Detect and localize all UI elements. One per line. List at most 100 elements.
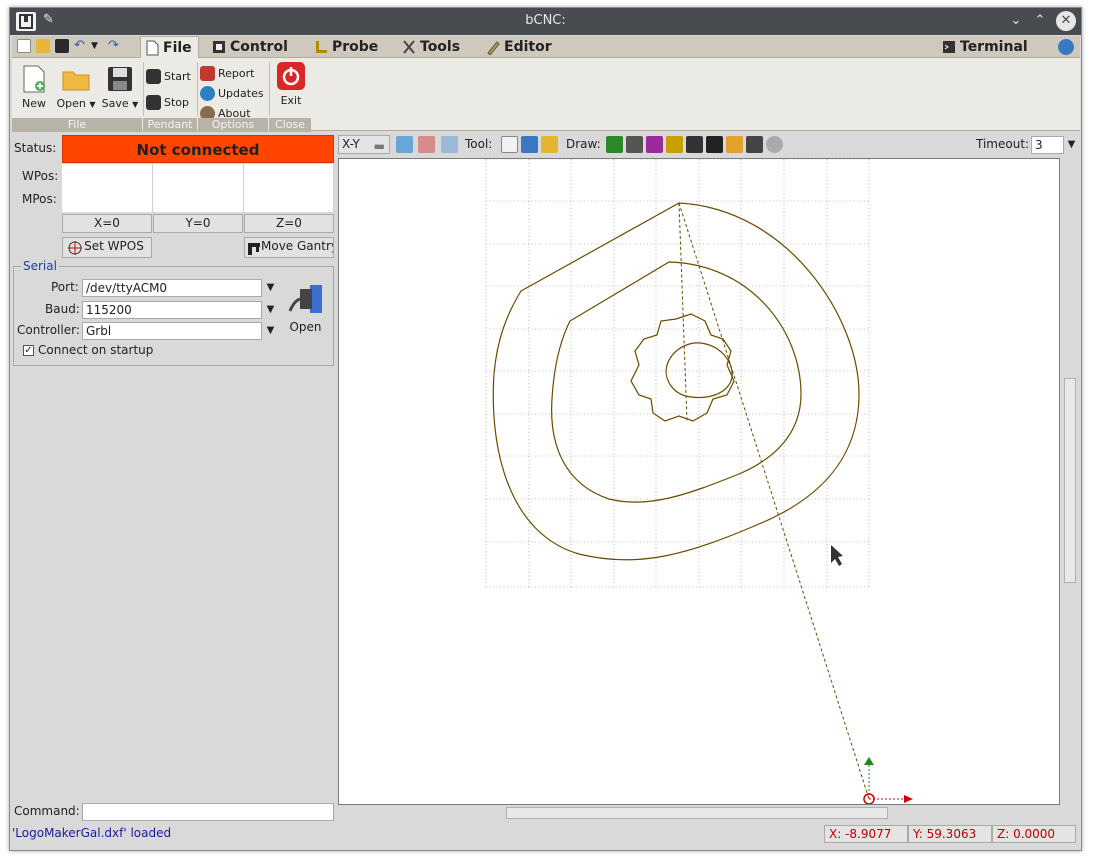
connect-startup-checkbox[interactable]: ✓	[23, 345, 34, 356]
minimize-icon[interactable]: ⌄	[1006, 11, 1026, 31]
draw-label: Draw:	[566, 137, 601, 151]
connect-startup-label: Connect on startup	[38, 343, 154, 357]
timeout-dropdown-icon[interactable]: ▼	[1065, 136, 1078, 154]
undo-icon[interactable]: ↶	[74, 39, 88, 53]
view-dropdown-icon: ▬	[373, 139, 385, 153]
undo-dropdown-icon[interactable]: ▼	[91, 39, 105, 53]
draw-axes-icon[interactable]	[606, 136, 623, 153]
draw-rapid-icon[interactable]	[706, 136, 723, 153]
ruler-icon[interactable]	[541, 136, 558, 153]
refresh-icon[interactable]	[766, 136, 783, 153]
mouse-cursor-icon	[831, 545, 843, 566]
open-dropdown-icon: ▼	[89, 100, 96, 109]
report-button[interactable]: Report	[200, 65, 254, 82]
status-badge: Not connected	[62, 135, 334, 163]
controller-field[interactable]: Grbl	[82, 322, 262, 340]
tab-terminal[interactable]: Terminal	[938, 36, 1034, 58]
exit-button[interactable]: Exit	[272, 61, 310, 107]
zero-z-button[interactable]: Z=0	[244, 214, 334, 233]
plug-icon	[286, 281, 326, 317]
horizontal-scroll-thumb[interactable]	[506, 807, 888, 819]
window-title: bCNC:	[525, 13, 566, 28]
wpos-label: WPos:	[22, 169, 59, 183]
controller-dropdown-icon[interactable]: ▼	[264, 322, 277, 340]
pos-x-cell	[62, 164, 153, 212]
redo-icon[interactable]: ↷	[108, 39, 122, 53]
vertical-scroll-thumb[interactable]	[1064, 378, 1076, 583]
maximize-icon[interactable]: ⌃	[1030, 11, 1050, 31]
tab-tools[interactable]: Tools	[398, 36, 466, 58]
probe-icon	[314, 39, 328, 55]
zero-x-button[interactable]: X=0	[62, 214, 152, 233]
open-folder-icon[interactable]	[36, 39, 50, 53]
new-document-icon	[19, 64, 49, 94]
bcnc-window: ✎ bCNC: ⌄ ⌃ ✕ ↶ ▼ ↷ File Control Probe T…	[9, 7, 1082, 851]
middle-contour	[551, 261, 802, 503]
disk-icon	[105, 64, 135, 94]
draw-margins-icon[interactable]	[646, 136, 663, 153]
new-file-icon[interactable]	[17, 39, 31, 53]
rapid-move	[678, 202, 870, 800]
baud-dropdown-icon[interactable]: ▼	[264, 301, 277, 319]
controller-label: Controller:	[17, 323, 80, 337]
close-icon[interactable]: ✕	[1056, 11, 1076, 31]
zoom-out-icon[interactable]	[418, 136, 435, 153]
draw-paths-icon[interactable]	[726, 136, 743, 153]
gcode-canvas[interactable]	[338, 158, 1060, 805]
vertical-scrollbar[interactable]	[1062, 158, 1078, 805]
port-dropdown-icon[interactable]: ▼	[264, 279, 277, 297]
open-button[interactable]: Open ▼	[54, 64, 98, 110]
port-field[interactable]: /dev/ttyACM0	[82, 279, 262, 297]
zoom-fit-icon[interactable]	[441, 136, 458, 153]
machine-origin	[863, 757, 913, 805]
horizontal-scrollbar[interactable]	[338, 805, 1060, 821]
camera-icon[interactable]	[746, 136, 763, 153]
terminal-icon	[942, 39, 956, 55]
serial-group: Serial Port: /dev/ttyACM0 ▼ Baud: 115200…	[13, 259, 334, 366]
updates-button[interactable]: Updates	[200, 85, 264, 102]
save-dropdown-icon: ▼	[132, 100, 139, 109]
tab-probe[interactable]: Probe	[310, 36, 384, 58]
draw-grid-icon[interactable]	[626, 136, 643, 153]
status-bar: 'LogoMakerGal.dxf' loaded X: -8.9077 Y: …	[12, 823, 1080, 845]
view-select[interactable]: X-Y ▬	[338, 135, 390, 154]
ribbon-toolbar: New Open ▼ Save ▼ File Start Stop Pendan…	[12, 58, 1080, 132]
group-options-label: Options	[198, 118, 268, 132]
zoom-in-icon[interactable]	[396, 136, 413, 153]
save-button[interactable]: Save ▼	[100, 64, 140, 110]
set-wpos-button[interactable]: Set WPOS	[62, 237, 152, 258]
stop-button[interactable]: Stop	[146, 94, 189, 111]
start-icon	[146, 69, 161, 84]
tab-editor[interactable]: Editor	[482, 36, 558, 58]
pos-z-cell	[244, 164, 334, 212]
help-icon[interactable]	[1058, 39, 1074, 55]
select-arrow-icon[interactable]	[501, 136, 518, 153]
y-coordinate: Y: 59.3063	[908, 825, 992, 843]
move-gantry-button[interactable]: Move Gantry	[244, 237, 334, 258]
command-label: Command:	[14, 804, 80, 818]
timeout-field[interactable]: 3	[1031, 136, 1064, 154]
status-message: 'LogoMakerGal.dxf' loaded	[12, 826, 172, 840]
tab-file[interactable]: File	[140, 36, 199, 59]
bug-icon	[200, 66, 215, 81]
command-input[interactable]	[82, 803, 334, 821]
group-divider	[197, 62, 198, 116]
pan-icon[interactable]	[521, 136, 538, 153]
file-icon	[145, 40, 159, 56]
draw-probe-icon[interactable]	[666, 136, 683, 153]
tools-icon	[402, 39, 416, 55]
baud-field[interactable]: 115200	[82, 301, 262, 319]
zero-y-button[interactable]: Y=0	[153, 214, 243, 233]
stop-icon	[146, 95, 161, 110]
control-panel: Status: Not connected WPos: MPos: X=0 Y=…	[12, 134, 334, 834]
start-button[interactable]: Start	[146, 68, 191, 85]
tab-control[interactable]: Control	[208, 36, 294, 58]
draw-workarea-icon[interactable]	[686, 136, 703, 153]
new-button[interactable]: New	[16, 64, 52, 110]
grid	[485, 158, 870, 588]
open-serial-button[interactable]: Open	[278, 275, 333, 339]
ribbon-tabs: ↶ ▼ ↷ File Control Probe Tools Editor Te…	[12, 36, 1080, 59]
control-icon	[212, 39, 226, 55]
group-divider	[143, 62, 144, 116]
save-icon[interactable]	[55, 39, 69, 53]
